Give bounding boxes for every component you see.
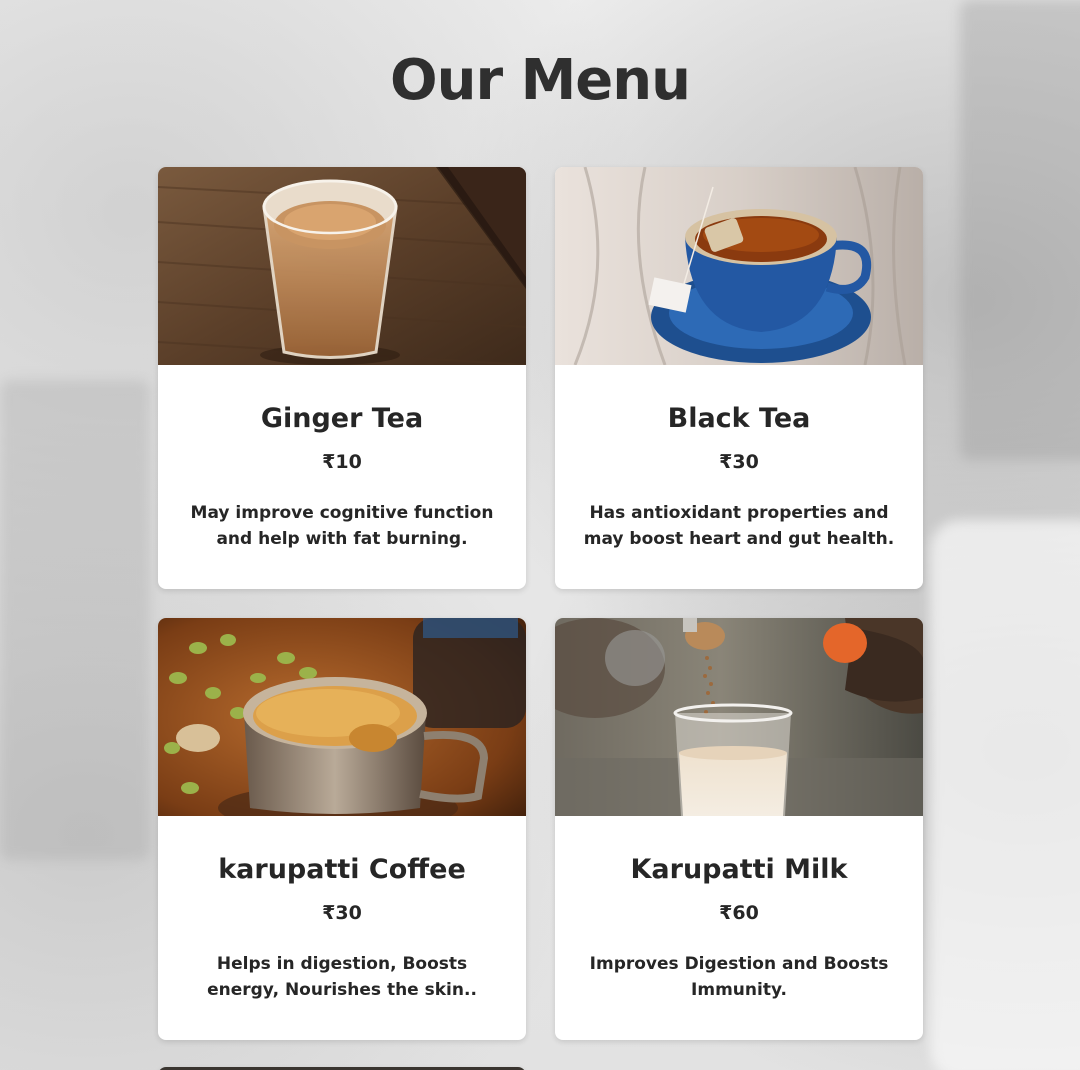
- black-tea-cup-image: [555, 167, 923, 365]
- menu-item-name: Karupatti Milk: [630, 854, 848, 885]
- menu-card-black-tea[interactable]: Black Tea ₹30 Has antioxidant properties…: [555, 167, 923, 589]
- menu-item-name: Black Tea: [667, 403, 811, 434]
- menu-item-description: May improve cognitive function and help …: [190, 503, 494, 549]
- karupatti-coffee-mug-image: [158, 618, 526, 816]
- menu-card-ginger-tea[interactable]: Ginger Tea ₹10 May improve cognitive fun…: [158, 167, 526, 589]
- menu-item-name: karupatti Coffee: [218, 854, 466, 885]
- ginger-tea-glass-image: [158, 167, 526, 365]
- page-title: Our Menu: [389, 48, 691, 113]
- menu-item-description: Helps in digestion, Boosts energy, Nouri…: [207, 954, 477, 1000]
- menu-item-price: ₹10: [322, 451, 362, 473]
- menu-item-price: ₹30: [322, 902, 362, 924]
- menu-item-description: Has antioxidant properties and may boost…: [583, 503, 895, 549]
- menu-item-price: ₹60: [719, 902, 759, 924]
- menu-item-name: Ginger Tea: [260, 403, 424, 434]
- menu-item-description: Improves Digestion and Boosts Immunity.: [589, 954, 889, 1000]
- menu-card-karupatti-coffee[interactable]: karupatti Coffee ₹30 Helps in digestion,…: [158, 618, 526, 1040]
- menu-card-karupatti-milk[interactable]: Karupatti Milk ₹60 Improves Digestion an…: [555, 618, 923, 1040]
- menu-item-price: ₹30: [719, 451, 759, 473]
- karupatti-milk-glass-image: [555, 618, 923, 816]
- menu-page: Our Menu Ginger Tea ₹10 May improve cogn…: [0, 0, 1080, 1070]
